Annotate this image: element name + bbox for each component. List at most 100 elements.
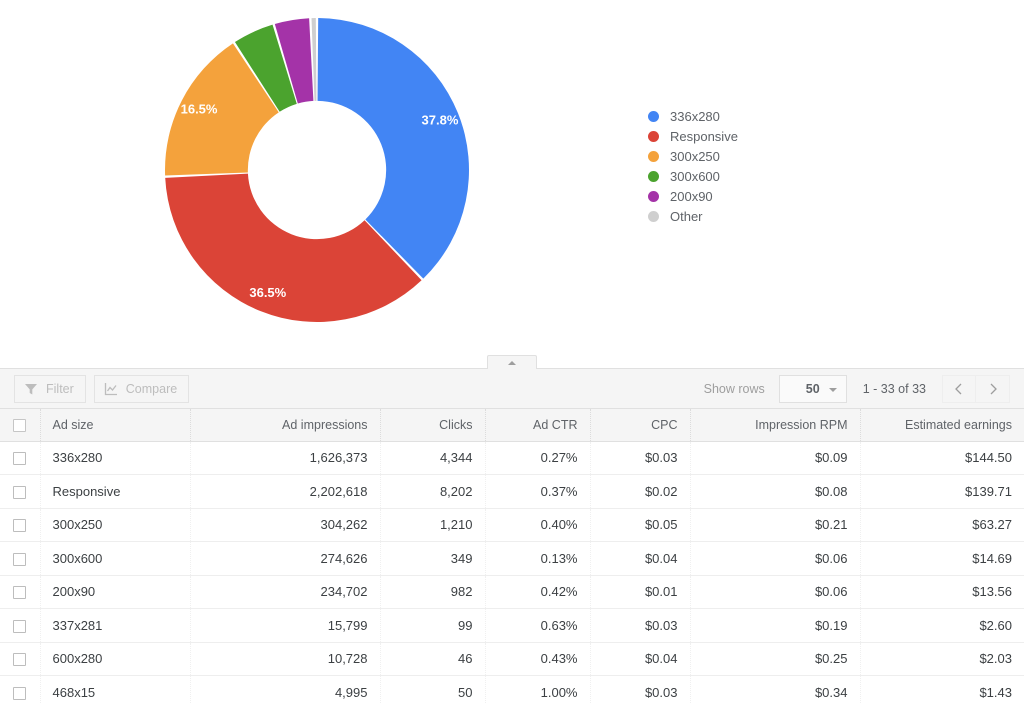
column-header-earnings[interactable]: Estimated earnings <box>860 409 1024 442</box>
legend-item-label: 200x90 <box>670 189 713 204</box>
cell-ctr: 0.43% <box>485 642 591 676</box>
row-checkbox[interactable] <box>13 619 27 633</box>
table-row[interactable]: 337x281 15,799 99 0.63% $0.03 $0.19 $2.60 <box>0 608 1024 643</box>
chevron-left-icon <box>955 383 962 395</box>
row-checkbox[interactable] <box>13 452 27 466</box>
cell-rpm: $0.06 <box>690 575 861 609</box>
report-page: 37.8% 36.5% 16.5% 336x280 Responsive 300x250… <box>0 0 1024 704</box>
column-header-cpc[interactable]: CPC <box>590 409 691 442</box>
cell-ad_size: 468x15 <box>40 675 191 704</box>
cell-impr: 15,799 <box>190 608 381 643</box>
table-row[interactable]: 336x280 1,626,373 4,344 0.27% $0.03 $0.09 $144… <box>0 441 1024 475</box>
cell-cpc: $0.04 <box>590 642 691 676</box>
cell-cpc: $0.04 <box>590 541 691 576</box>
cell-cpc: $0.05 <box>590 508 691 542</box>
cell-ctr: 0.13% <box>485 541 591 576</box>
table-row[interactable]: 600x280 10,728 46 0.43% $0.04 $0.25 $2.03 <box>0 642 1024 676</box>
cell-impr: 4,995 <box>190 675 381 704</box>
cell-ad_size: 300x600 <box>40 541 191 576</box>
cell-clicks: 4,344 <box>380 441 486 475</box>
row-checkbox[interactable] <box>13 686 27 700</box>
table-row[interactable]: 300x250 304,262 1,210 0.40% $0.05 $0.21 $63.27 <box>0 508 1024 542</box>
ad-size-table: Ad size Ad impressions Clicks Ad CTR CPC Impr… <box>0 409 1024 704</box>
table-row[interactable]: Responsive 2,202,618 8,202 0.37% $0.02 $0.08 $… <box>0 474 1024 509</box>
row-select-cell <box>0 508 41 542</box>
cell-earnings: $13.56 <box>860 575 1024 609</box>
cell-ctr: 0.42% <box>485 575 591 609</box>
table-header-row: Ad size Ad impressions Clicks Ad CTR CPC Impr… <box>0 409 1024 442</box>
cell-ctr: 0.40% <box>485 508 591 542</box>
rows-per-page-value: 50 <box>805 382 820 396</box>
filter-button-label: Filter <box>46 382 74 396</box>
cell-rpm: $0.21 <box>690 508 861 542</box>
collapse-panel-toggle[interactable] <box>487 355 537 369</box>
table-row[interactable]: 300x600 274,626 349 0.13% $0.04 $0.06 $14.69 <box>0 541 1024 576</box>
cell-ctr: 0.37% <box>485 474 591 509</box>
cell-impr: 1,626,373 <box>190 441 381 475</box>
cell-earnings: $14.69 <box>860 541 1024 576</box>
column-header-rpm[interactable]: Impression RPM <box>690 409 861 442</box>
cell-rpm: $0.34 <box>690 675 861 704</box>
donut-slice-label: 16.5% <box>181 101 218 116</box>
row-select-cell <box>0 474 41 509</box>
column-header-impr[interactable]: Ad impressions <box>190 409 381 442</box>
data-table-panel: Filter Compare Show rows 50 1 - 33 of 33 <box>0 368 1024 704</box>
table-body: 336x280 1,626,373 4,344 0.27% $0.03 $0.09 $144… <box>0 441 1024 704</box>
previous-page-button[interactable] <box>942 375 976 403</box>
cell-ad_size: Responsive <box>40 474 191 509</box>
chevron-right-icon <box>990 383 997 395</box>
legend-item[interactable]: 300x250 <box>648 150 738 163</box>
cell-earnings: $63.27 <box>860 508 1024 542</box>
row-checkbox[interactable] <box>13 519 27 533</box>
table-header: Ad size Ad impressions Clicks Ad CTR CPC Impr… <box>0 409 1024 442</box>
cell-rpm: $0.19 <box>690 608 861 643</box>
row-checkbox[interactable] <box>13 586 27 600</box>
row-checkbox[interactable] <box>13 552 27 566</box>
legend-color-swatch <box>648 171 659 182</box>
cell-rpm: $0.08 <box>690 474 861 509</box>
cell-ctr: 0.63% <box>485 608 591 643</box>
legend-item[interactable]: Other <box>648 210 738 223</box>
cell-rpm: $0.25 <box>690 642 861 676</box>
legend-item[interactable]: 336x280 <box>648 110 738 123</box>
cell-ctr: 0.27% <box>485 441 591 475</box>
legend-item[interactable]: 300x600 <box>648 170 738 183</box>
table-row[interactable]: 468x15 4,995 50 1.00% $0.03 $0.34 $1.43 <box>0 675 1024 704</box>
legend-item[interactable]: 200x90 <box>648 190 738 203</box>
legend-item[interactable]: Responsive <box>648 130 738 143</box>
cell-earnings: $2.03 <box>860 642 1024 676</box>
table-toolbar: Filter Compare Show rows 50 1 - 33 of 33 <box>0 369 1024 409</box>
legend-color-swatch <box>648 151 659 162</box>
filter-icon <box>25 384 37 395</box>
cell-rpm: $0.06 <box>690 541 861 576</box>
cell-clicks: 8,202 <box>380 474 486 509</box>
pagination-range: 1 - 33 of 33 <box>862 382 926 396</box>
column-header-ctr[interactable]: Ad CTR <box>485 409 591 442</box>
legend-color-swatch <box>648 111 659 122</box>
filter-button[interactable]: Filter <box>14 375 86 403</box>
row-select-cell <box>0 541 41 576</box>
cell-clicks: 982 <box>380 575 486 609</box>
row-select-cell <box>0 608 41 643</box>
row-select-cell <box>0 575 41 609</box>
rows-per-page-select[interactable]: 50 <box>778 375 847 403</box>
next-page-button[interactable] <box>976 375 1010 403</box>
column-header-clicks[interactable]: Clicks <box>380 409 486 442</box>
table-row[interactable]: 200x90 234,702 982 0.42% $0.01 $0.06 $13.56 <box>0 575 1024 609</box>
legend-item-label: Other <box>670 209 703 224</box>
cell-earnings: $144.50 <box>860 441 1024 475</box>
row-checkbox[interactable] <box>13 653 27 667</box>
cell-cpc: $0.01 <box>590 575 691 609</box>
legend-color-swatch <box>648 131 659 142</box>
compare-button[interactable]: Compare <box>93 375 190 403</box>
cell-ctr: 1.00% <box>485 675 591 704</box>
select-all-checkbox[interactable] <box>13 418 27 432</box>
compare-button-label: Compare <box>125 382 178 396</box>
cell-clicks: 1,210 <box>380 508 486 542</box>
cell-clicks: 99 <box>380 608 486 643</box>
row-checkbox[interactable] <box>13 485 27 499</box>
cell-cpc: $0.03 <box>590 608 691 643</box>
column-header-ad_size[interactable]: Ad size <box>40 409 191 442</box>
legend-item-label: 300x600 <box>670 169 720 184</box>
compare-chart-icon <box>104 383 117 396</box>
